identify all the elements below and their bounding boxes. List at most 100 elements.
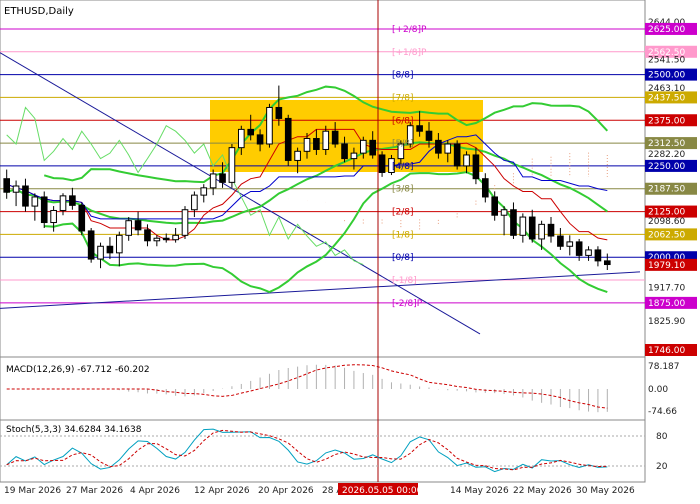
candle-body <box>219 173 226 183</box>
macd-label: MACD(12,26,9) -67.712 -60.202 <box>6 365 150 375</box>
candle-body <box>566 241 574 247</box>
price-tick-label: 1979.10 <box>648 261 685 271</box>
price-axis: 2644.002625.002562.502541.502500.002463.… <box>645 18 697 356</box>
candle-body <box>237 128 245 149</box>
candle-body <box>585 249 592 256</box>
date-tick-label: 30 May 2026 <box>576 486 635 496</box>
candle-body <box>284 117 292 161</box>
price-tick-label: 2437.50 <box>648 93 685 103</box>
candle-body <box>416 125 423 132</box>
price-tick-label: 1875.00 <box>648 299 685 309</box>
murrey-label: [+1/8]P <box>392 48 427 58</box>
murrey-label: [2/8] <box>392 208 414 218</box>
candle-body <box>491 196 499 216</box>
candle-body <box>125 220 133 236</box>
candle-body <box>69 195 76 206</box>
candle-body <box>472 154 480 180</box>
candle-body <box>22 185 29 207</box>
candle-body <box>162 237 170 241</box>
candle-body <box>425 130 433 141</box>
stoch-label: Stoch(5,3,3) 34.6284 34.1638 <box>6 425 142 435</box>
date-tick-label: 12 Apr 2026 <box>194 486 250 496</box>
candle-body <box>575 241 583 256</box>
murrey-label: [-1/8] <box>392 276 417 286</box>
candle-body <box>303 138 311 152</box>
candle-body <box>256 134 264 145</box>
murrey-label: [7/8] <box>392 93 414 103</box>
macd-tick-label: 78.187 <box>648 362 680 372</box>
candle-body <box>510 209 517 236</box>
price-tick-label: 2541.50 <box>648 55 685 65</box>
candle-body <box>500 209 508 216</box>
crosshair-date-label: 2026.05.05 00:00 <box>342 486 423 496</box>
candle-body <box>538 223 545 240</box>
date-tick-label: 4 Apr 2026 <box>130 486 180 496</box>
murrey-lines <box>0 28 645 304</box>
murrey-label: [8/8] <box>392 71 414 81</box>
candle-body <box>331 130 339 145</box>
candle-body <box>528 216 536 240</box>
price-tick-label: 2500.00 <box>648 71 685 81</box>
candle-body <box>106 245 114 254</box>
candle-body <box>350 152 358 160</box>
candle-body <box>519 216 527 236</box>
candle-body <box>31 196 39 207</box>
candle-body <box>463 154 470 167</box>
price-tick-label: 2625.00 <box>648 25 685 35</box>
candle-body <box>359 139 367 154</box>
price-tick-label: 1746.00 <box>648 346 685 356</box>
candle-body <box>3 178 11 193</box>
candle-body <box>191 194 198 211</box>
price-tick-label: 2125.00 <box>648 208 685 218</box>
date-tick-label: 22 May 2026 <box>513 486 572 496</box>
price-tick-label: 2187.50 <box>648 185 685 195</box>
candle-body <box>247 128 255 136</box>
stoch-tick-label: 80 <box>656 432 668 442</box>
candle-body <box>603 260 611 266</box>
candle-body <box>200 187 208 196</box>
candle-body <box>275 106 283 119</box>
price-tick-label: 2062.50 <box>648 230 685 240</box>
candle-body <box>266 106 273 145</box>
price-tick-label: 2312.50 <box>648 139 685 149</box>
date-tick-label: 20 Apr 2026 <box>258 486 314 496</box>
date-tick-label: 27 Mar 2026 <box>66 486 123 496</box>
candle-body <box>12 185 20 193</box>
candle-body <box>78 204 86 232</box>
murrey-label: [-2/8]P <box>392 299 423 309</box>
candle-body <box>313 138 320 150</box>
murrey-label: [5/8] <box>392 139 414 149</box>
candle-body <box>97 245 104 260</box>
murrey-label: [+2/8]P <box>392 25 427 35</box>
chart-svg: [+2/8]P [+1/8]P [8/8] [7/8] [6/8] [5/8] [4/8] [… <box>0 0 697 496</box>
candle-body <box>435 139 442 154</box>
murrey-label: [3/8] <box>392 185 414 195</box>
candle-body <box>547 223 555 237</box>
candle-body <box>378 154 386 173</box>
candle-body <box>134 220 142 231</box>
candle-body <box>50 209 57 224</box>
trendlines <box>0 52 641 335</box>
date-tick-label: 19 Mar 2026 <box>4 486 61 496</box>
candle-body <box>557 235 564 247</box>
date-tick-label: 14 May 2026 <box>450 486 509 496</box>
candle-body <box>228 147 236 183</box>
stoch-pane: 80 20 <box>0 428 668 473</box>
murrey-label: [4/8] <box>392 162 414 172</box>
candle-body <box>444 143 452 154</box>
murrey-label: [6/8] <box>392 116 414 126</box>
candle-body <box>594 249 602 262</box>
candle-body <box>341 143 348 160</box>
candle-body <box>40 196 48 224</box>
candle-body <box>153 237 161 242</box>
price-tick-label: 1825.90 <box>648 317 685 327</box>
candle-body <box>144 229 151 242</box>
candle-body <box>59 195 67 211</box>
murrey-label: [1/8] <box>392 230 414 240</box>
price-tick-label: 2375.00 <box>648 116 685 126</box>
candle-body <box>453 143 461 167</box>
date-axis: 19 Mar 2026 27 Mar 2026 4 Apr 2026 12 Apr 2… <box>4 486 635 496</box>
candle-body <box>172 234 179 241</box>
stoch-tick-label: 20 <box>656 462 668 472</box>
price-tick-label: 2282.20 <box>648 150 685 160</box>
